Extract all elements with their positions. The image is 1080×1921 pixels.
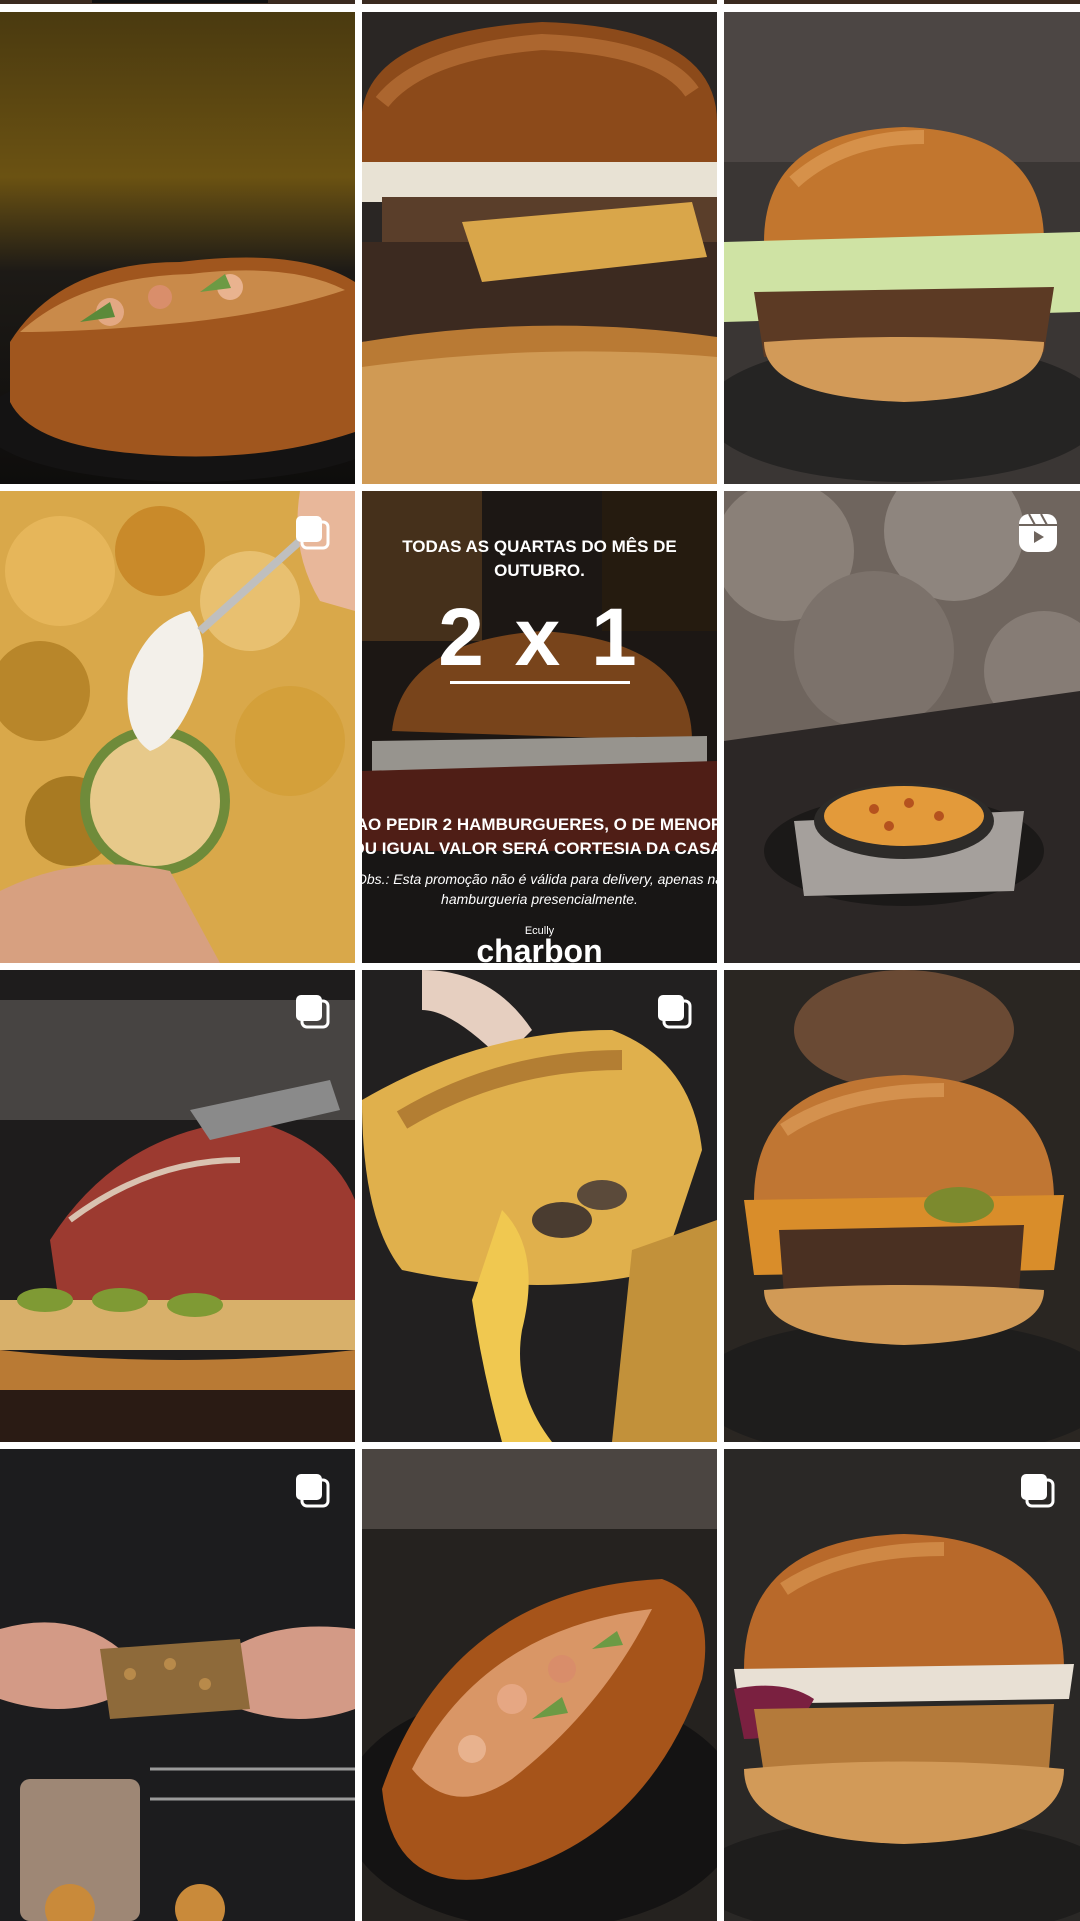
- promo-note: Obs.: Esta promoção não é válida para de…: [362, 871, 717, 907]
- promo-overlay: TODAS AS QUARTAS DO MÊS DE OUTUBRO. 2 x …: [362, 491, 717, 963]
- carousel-icon: [296, 1474, 330, 1508]
- croquette-photo: [0, 1449, 355, 1921]
- post-sandwich-shrimp[interactable]: [0, 12, 355, 484]
- pastrami-photo: [0, 970, 355, 1442]
- post-sandwich-shrimp-2[interactable]: [362, 1449, 717, 1921]
- post-burger-lettuce[interactable]: [724, 12, 1080, 484]
- post-croquette[interactable]: [0, 1449, 355, 1921]
- promo-line1: TODAS AS QUARTAS DO MÊS DE OUTUBRO.: [402, 537, 677, 580]
- post-burger-closeup[interactable]: [362, 12, 717, 484]
- chicken-burger-photo: [724, 1449, 1080, 1921]
- post-cheese-dip[interactable]: [724, 491, 1080, 963]
- active-tab-indicator: [92, 0, 268, 3]
- carousel-icon: [296, 516, 330, 550]
- post-zucchini-chips[interactable]: [0, 491, 355, 963]
- post-pastrami[interactable]: [0, 970, 355, 1442]
- promo-underline: [450, 681, 630, 684]
- cheeseburger-photo: [724, 970, 1080, 1442]
- carousel-icon: [296, 995, 330, 1029]
- post-promo-2x1[interactable]: TODAS AS QUARTAS DO MÊS DE OUTUBRO. 2 x …: [362, 491, 717, 963]
- previous-row-edge: [0, 0, 1080, 12]
- reels-icon: [1019, 513, 1057, 552]
- post-grilled-cheese[interactable]: [362, 970, 717, 1442]
- promo-headline: 2 x 1: [438, 592, 641, 683]
- carousel-icon: [1021, 1474, 1055, 1508]
- previous-row-photo-edge: [724, 0, 1080, 4]
- brand-logo: charbon: [476, 933, 603, 963]
- carousel-icon: [658, 995, 692, 1029]
- promo-line2: AO PEDIR 2 HAMBURGUERES, O DE MENOR OU I…: [362, 815, 717, 858]
- post-cheeseburger[interactable]: [724, 970, 1080, 1442]
- zucchini-chips-photo: [0, 491, 355, 963]
- sandwich-photo: [362, 1449, 717, 1921]
- cheese-dip-photo: [724, 491, 1080, 963]
- sandwich-photo: [0, 12, 355, 484]
- previous-row-photo-edge: [362, 0, 717, 4]
- burger-photo: [724, 12, 1080, 484]
- burger-photo: [362, 12, 717, 484]
- post-chicken-burger[interactable]: [724, 1449, 1080, 1921]
- grilled-cheese-photo: [362, 970, 717, 1442]
